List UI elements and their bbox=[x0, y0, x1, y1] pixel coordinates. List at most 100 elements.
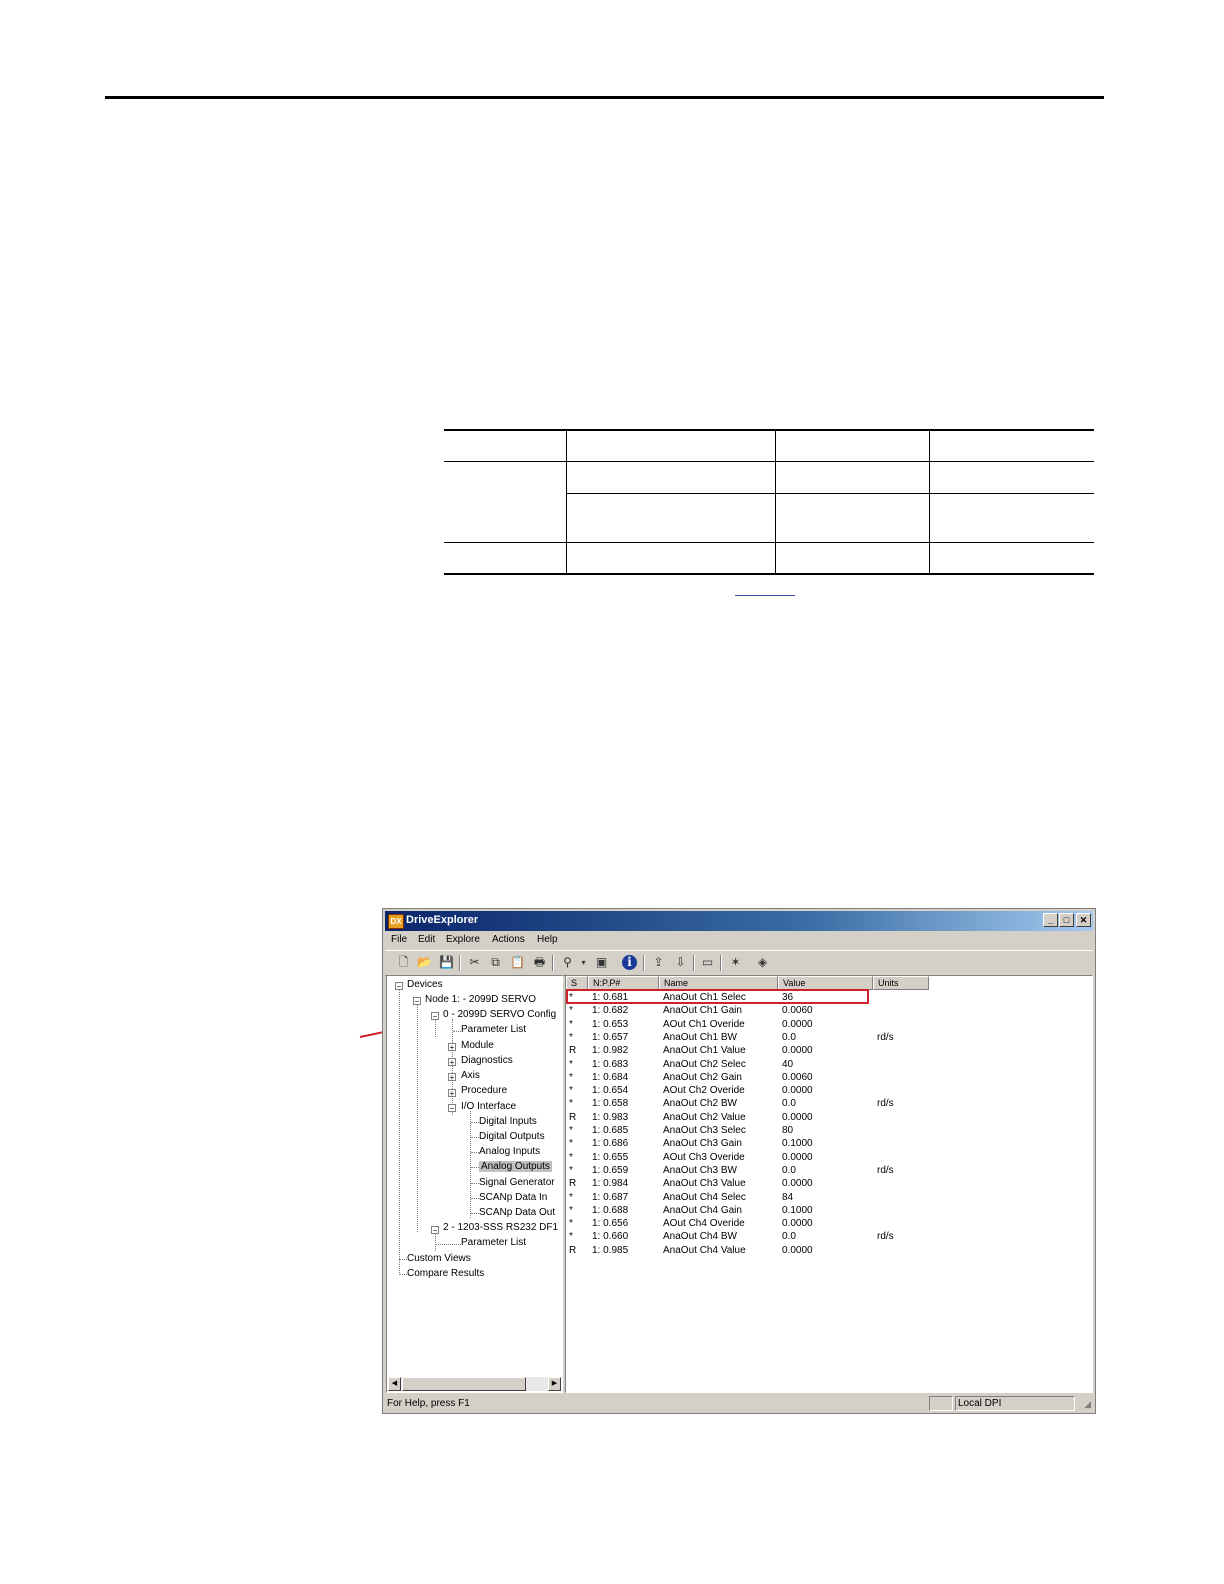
dropdown-arrow-icon[interactable]: ▾ bbox=[575, 954, 592, 971]
open-icon[interactable]: 📂 bbox=[416, 954, 433, 971]
save-icon[interactable]: 💾 bbox=[438, 954, 455, 971]
menu-file[interactable]: File bbox=[391, 934, 407, 945]
print-icon[interactable]: 🖶 bbox=[531, 954, 548, 971]
paste-icon[interactable]: 📋 bbox=[509, 954, 526, 971]
table-row[interactable]: * 1: 0.687 AnaOut Ch4 Selec 84 bbox=[566, 1192, 1086, 1205]
table-row[interactable]: * 1: 0.660 AnaOut Ch4 BW 0.0 rd/s bbox=[566, 1231, 1086, 1244]
collapse-icon[interactable]: − bbox=[395, 982, 403, 991]
cell-value: 0.0060 bbox=[782, 1071, 813, 1083]
download-icon[interactable]: ⇩ bbox=[672, 954, 689, 971]
maximize-button[interactable]: □ bbox=[1059, 913, 1074, 927]
table-row[interactable]: R 1: 0.982 AnaOut Ch1 Value 0.0000 bbox=[566, 1045, 1086, 1058]
tree-node1-config[interactable]: 0 - 2099D SERVO Config bbox=[443, 1009, 556, 1020]
scroll-thumb[interactable] bbox=[402, 1377, 526, 1391]
tree-horizontal-scrollbar[interactable]: ◀ ▶ bbox=[388, 1377, 561, 1391]
tree-axis[interactable]: Axis bbox=[461, 1070, 480, 1081]
tree-scanp-data-in[interactable]: SCANp Data In bbox=[479, 1192, 547, 1203]
tree-digital-outputs[interactable]: Digital Outputs bbox=[479, 1131, 545, 1142]
cell-npp: 1: 0.659 bbox=[592, 1164, 629, 1176]
cell-name: AnaOut Ch4 BW bbox=[663, 1231, 737, 1243]
expand-icon[interactable]: + bbox=[448, 1073, 456, 1082]
cell-npp: 1: 0.657 bbox=[592, 1031, 629, 1043]
cell-npp: 1: 0.686 bbox=[592, 1138, 629, 1150]
help-book-icon[interactable]: ◈ bbox=[754, 954, 771, 971]
tree-parameter-list[interactable]: Parameter List bbox=[461, 1024, 526, 1035]
connect-icon[interactable]: ⚲ bbox=[559, 954, 576, 971]
table-row[interactable]: * 1: 0.688 AnaOut Ch4 Gain 0.1000 bbox=[566, 1205, 1086, 1218]
tree-module[interactable]: Module bbox=[461, 1040, 494, 1051]
info-icon[interactable]: i bbox=[622, 955, 637, 970]
column-header-npp[interactable]: N:P.P# bbox=[588, 976, 659, 990]
table-row[interactable]: * 1: 0.658 AnaOut Ch2 BW 0.0 rd/s bbox=[566, 1098, 1086, 1111]
copy-icon[interactable]: ⧉ bbox=[487, 954, 504, 971]
upload-icon[interactable]: ⇪ bbox=[650, 954, 667, 971]
menu-help[interactable]: Help bbox=[537, 934, 558, 945]
scroll-right-icon[interactable]: ▶ bbox=[548, 1377, 561, 1391]
collapse-icon[interactable]: − bbox=[413, 997, 421, 1006]
tree-scanp-data-out[interactable]: SCANp Data Out bbox=[479, 1207, 555, 1218]
cell-npp: 1: 0.983 bbox=[592, 1111, 629, 1123]
table-row[interactable]: * 1: 0.685 AnaOut Ch3 Selec 80 bbox=[566, 1125, 1086, 1138]
tree-procedure[interactable]: Procedure bbox=[461, 1085, 507, 1096]
table-row[interactable]: R 1: 0.983 AnaOut Ch2 Value 0.0000 bbox=[566, 1112, 1086, 1125]
table-row[interactable]: R 1: 0.984 AnaOut Ch3 Value 0.0000 bbox=[566, 1178, 1086, 1191]
expand-icon[interactable]: + bbox=[448, 1058, 456, 1067]
table-row[interactable]: * 1: 0.653 AOut Ch1 Overide 0.0000 bbox=[566, 1019, 1086, 1032]
cell-npp: 1: 0.683 bbox=[592, 1058, 629, 1070]
tree-devices[interactable]: Devices bbox=[407, 979, 443, 990]
table-row[interactable]: * 1: 0.656 AOut Ch4 Overide 0.0000 bbox=[566, 1218, 1086, 1231]
table-row[interactable]: * 1: 0.684 AnaOut Ch2 Gain 0.0060 bbox=[566, 1072, 1086, 1085]
table-row[interactable]: * 1: 0.654 AOut Ch2 Overide 0.0000 bbox=[566, 1085, 1086, 1098]
close-button[interactable]: ✕ bbox=[1076, 913, 1091, 927]
tree-diagnostics[interactable]: Diagnostics bbox=[461, 1055, 513, 1066]
tree-analog-outputs[interactable]: Analog Outputs bbox=[479, 1161, 552, 1172]
wizard-icon[interactable]: ✶ bbox=[727, 954, 744, 971]
table-row[interactable]: R 1: 0.985 AnaOut Ch4 Value 0.0000 bbox=[566, 1245, 1086, 1258]
table-row[interactable]: * 1: 0.683 AnaOut Ch2 Selec 40 bbox=[566, 1059, 1086, 1072]
column-header-s[interactable]: S bbox=[566, 976, 588, 990]
app-icon: DX bbox=[388, 914, 404, 929]
cell-s: R bbox=[569, 1111, 577, 1123]
resize-grip-icon[interactable]: ◢ bbox=[1084, 1399, 1091, 1410]
column-header-units[interactable]: Units bbox=[873, 976, 929, 990]
dpi-icon[interactable]: ▭ bbox=[699, 954, 716, 971]
cell-s: R bbox=[569, 1178, 577, 1190]
table-row[interactable]: * 1: 0.659 AnaOut Ch3 BW 0.0 rd/s bbox=[566, 1165, 1086, 1178]
tree-node2[interactable]: 2 - 1203-SSS RS232 DF1 bbox=[443, 1222, 558, 1233]
cell-name: AnaOut Ch3 Gain bbox=[663, 1138, 742, 1150]
tree-digital-inputs[interactable]: Digital Inputs bbox=[479, 1116, 537, 1127]
tree-io-interface[interactable]: I/O Interface bbox=[461, 1101, 516, 1112]
parameter-list-view[interactable]: S N:P.P# Name Value Units * 1: 0.681 AnaOu… bbox=[565, 975, 1093, 1393]
tree-compare-results[interactable]: Compare Results bbox=[407, 1268, 484, 1279]
expand-icon[interactable]: + bbox=[448, 1089, 456, 1098]
table-row[interactable]: * 1: 0.682 AnaOut Ch1 Gain 0.0060 bbox=[566, 1005, 1086, 1018]
expand-icon[interactable]: + bbox=[448, 1043, 456, 1052]
scroll-left-icon[interactable]: ◀ bbox=[388, 1377, 401, 1391]
table-row[interactable]: * 1: 0.655 AOut Ch3 Overide 0.0000 bbox=[566, 1152, 1086, 1165]
tree-node1[interactable]: Node 1: - 2099D SERVO bbox=[425, 994, 536, 1005]
collapse-icon[interactable]: − bbox=[448, 1104, 456, 1113]
minimize-button[interactable]: _ bbox=[1043, 913, 1058, 927]
tree-analog-inputs[interactable]: Analog Inputs bbox=[479, 1146, 540, 1157]
column-header-name[interactable]: Name bbox=[659, 976, 778, 990]
cell-name: AnaOut Ch1 Gain bbox=[663, 1005, 742, 1017]
new-icon[interactable]: 🗋 bbox=[395, 954, 412, 971]
menu-actions[interactable]: Actions bbox=[492, 934, 525, 945]
collapse-icon[interactable]: − bbox=[431, 1226, 439, 1235]
cell-s: * bbox=[569, 1151, 573, 1163]
table-row[interactable]: * 1: 0.657 AnaOut Ch1 BW 0.0 rd/s bbox=[566, 1032, 1086, 1045]
device-tree[interactable]: − Devices − Node 1: - 2099D SERVO − 0 - … bbox=[386, 975, 563, 1393]
title-bar[interactable]: DX DriveExplorer _ □ ✕ bbox=[385, 911, 1093, 931]
tree-node2-parameter-list[interactable]: Parameter List bbox=[461, 1237, 526, 1248]
tree-custom-views[interactable]: Custom Views bbox=[407, 1253, 471, 1264]
menu-edit[interactable]: Edit bbox=[418, 934, 435, 945]
collapse-icon[interactable]: − bbox=[431, 1012, 439, 1021]
properties-icon[interactable]: ▣ bbox=[593, 954, 610, 971]
cut-icon[interactable]: ✂ bbox=[466, 954, 483, 971]
table-row[interactable]: * 1: 0.686 AnaOut Ch3 Gain 0.1000 bbox=[566, 1138, 1086, 1151]
tree-signal-generator[interactable]: Signal Generator bbox=[479, 1177, 555, 1188]
menu-explore[interactable]: Explore bbox=[446, 934, 480, 945]
cell-value: 0.0 bbox=[782, 1231, 796, 1243]
column-header-value[interactable]: Value bbox=[778, 976, 873, 990]
link-underline[interactable] bbox=[735, 595, 795, 596]
